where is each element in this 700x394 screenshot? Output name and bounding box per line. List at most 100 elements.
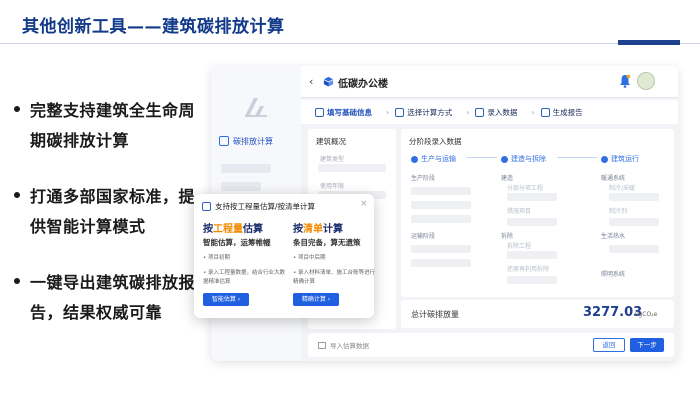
estimate-option[interactable]: 按工程量估算 智能估算，运筹帷幄 • 项目初期 • 录入工程量数据，结合行业大数… — [203, 220, 285, 306]
construction-label: 建造 — [501, 175, 514, 182]
sidebar-placeholder — [221, 182, 261, 191]
sub-item: 拆除工程 — [507, 243, 532, 250]
smart-estimate-button[interactable]: 智能估算 › — [203, 293, 249, 306]
title-highlight: 清单 — [303, 224, 323, 235]
edit-icon — [475, 107, 485, 117]
placeholder-bar — [411, 201, 471, 209]
bullet-item: 一键导出建筑碳排放报告，结果权威可靠 — [14, 268, 204, 328]
step-label: 生成报告 — [552, 107, 583, 117]
swap-icon — [202, 202, 211, 211]
user-avatar[interactable] — [637, 72, 655, 90]
placeholder-bar — [411, 215, 471, 223]
phase-connector — [557, 157, 597, 158]
placeholder-bar — [507, 276, 557, 284]
sidebar-item-carbon-calc[interactable]: 碳排放计算 — [219, 132, 297, 150]
chevron-right-icon: › — [386, 107, 390, 117]
overview-title: 建筑概况 — [316, 137, 346, 146]
phase-production[interactable]: 生产与运输 — [411, 154, 456, 164]
title-divider — [0, 43, 700, 44]
import-label: 导入估算数据 — [330, 342, 369, 350]
bullet-text: 打通多部国家标准，提供智能计算模式 — [30, 187, 196, 236]
total-emission-bar: 总计碳排放量 3277.03 kgCO₂e — [401, 300, 674, 328]
close-icon[interactable]: × — [360, 199, 368, 209]
phases-title: 分阶段录入数据 — [409, 137, 462, 146]
placeholder-bar — [411, 245, 471, 253]
folder-icon — [318, 341, 326, 349]
lighting-label: 照明系统 — [601, 271, 626, 278]
notification-bell-icon[interactable] — [619, 74, 631, 88]
phase-dot — [601, 155, 608, 163]
sub-item: 措施项目 — [507, 208, 532, 215]
phase-label: 建造与拆除 — [511, 155, 546, 163]
step-enter-data[interactable]: 录入数据 — [475, 107, 517, 118]
option-line: • 录入材料清单、施工台账等进行精确计算 — [293, 270, 375, 285]
slide-title: 其他创新工具——建筑碳排放计算 — [22, 17, 285, 37]
back-arrow-icon[interactable]: ‹ — [309, 75, 313, 88]
bullet-item: 完整支持建筑全生命周期碳排放计算 — [14, 96, 204, 156]
sub-item: 制冷剂 — [609, 208, 628, 215]
back-button[interactable]: 返回 — [593, 338, 625, 352]
placeholder-bar — [507, 218, 557, 226]
title-part: 按 — [293, 224, 303, 235]
bullet-list: 完整支持建筑全生命周期碳排放计算 打通多部国家标准，提供智能计算模式 一键导出建… — [14, 96, 204, 354]
placeholder-bar — [609, 193, 659, 201]
calculator-icon — [219, 136, 229, 146]
slide: 其他创新工具——建筑碳排放计算 完整支持建筑全生命周期碳排放计算 打通多部国家标… — [0, 0, 700, 394]
phase-connector — [467, 157, 497, 158]
step-label: 选择计算方式 — [407, 107, 453, 117]
step-calc-method[interactable]: 选择计算方式 — [395, 107, 452, 118]
project-name: 低碳办公楼 — [338, 79, 388, 90]
option-line: • 录入工程量数据，结合行业大数据精准估算 — [203, 270, 285, 285]
bullet-dot — [14, 278, 20, 284]
app-header: ‹ 低碳办公楼 — [301, 66, 678, 98]
bill-option[interactable]: 按清单计算 条目完备，算无遗策 • 项目中后期 • 录入材料清单、施工台账等进行… — [293, 220, 375, 306]
precise-calc-button[interactable]: 精确计算 › — [293, 293, 339, 306]
step-bar: 填写基础信息 › 选择计算方式 › 录入数据 › 生成报告 — [301, 100, 678, 124]
next-button[interactable]: 下一步 — [630, 338, 664, 352]
option-subtitle: 条目完备，算无遗策 — [293, 238, 361, 247]
total-unit: kgCO₂e — [635, 311, 658, 318]
field-label: 建筑类型 — [320, 156, 345, 163]
project-cube-icon — [323, 76, 334, 87]
popup-title: 支持按工程量估算/按清单计算 — [215, 202, 316, 211]
field-label: 使用年限 — [320, 183, 345, 190]
sub-item: 分部分项工程 — [507, 185, 544, 192]
building-type-field[interactable] — [318, 164, 386, 172]
sub-item: 还原再利用拆除 — [507, 266, 550, 273]
sidebar-item-label: 碳排放计算 — [233, 136, 273, 146]
step-label: 录入数据 — [487, 107, 518, 117]
form-icon — [315, 107, 324, 117]
placeholder-bar — [411, 259, 471, 267]
chevron-right-icon: › — [531, 107, 535, 117]
sub-item: 制冷/采暖 — [609, 185, 636, 192]
total-value: 3277.03 — [583, 305, 643, 320]
bullet-dot — [14, 106, 20, 112]
phase-construction[interactable]: 建造与拆除 — [501, 154, 546, 164]
hot-water-label: 生活热水 — [601, 233, 626, 240]
option-title: 按清单计算 — [293, 220, 375, 235]
popup-header: 支持按工程量估算/按清单计算 — [202, 201, 315, 212]
title-accent-bar — [618, 40, 680, 45]
title-part: 计算 — [323, 224, 343, 235]
app-logo-icon — [245, 98, 267, 117]
step-basic-info[interactable]: 填写基础信息 — [315, 107, 372, 118]
phase-dot — [501, 155, 508, 163]
phase-dot — [411, 155, 418, 163]
footer-bar: 导入估算数据 返回 下一步 — [308, 333, 674, 357]
phase-operation[interactable]: 建筑运行 — [601, 154, 639, 164]
import-estimate-link[interactable]: 导入估算数据 — [318, 340, 369, 350]
placeholder-bar — [609, 245, 659, 253]
step-report[interactable]: 生成报告 — [540, 107, 583, 118]
calc-method-popup: 支持按工程量估算/按清单计算 × 按工程量估算 智能估算，运筹帷幄 • 项目初期… — [194, 194, 375, 318]
phase-label: 建筑运行 — [611, 155, 639, 163]
sidebar-placeholder — [221, 164, 271, 173]
placeholder-bar — [507, 251, 557, 259]
option-line: • 项目中后期 — [293, 255, 326, 261]
production-stage-label: 生产阶段 — [411, 175, 436, 182]
option-subtitle: 智能估算，运筹帷幄 — [203, 238, 271, 247]
phases-panel: 分阶段录入数据 生产与运输 建造与拆除 建筑运行 生产阶段 运输阶段 建造 分部… — [401, 129, 674, 297]
phase-label: 生产与运输 — [421, 155, 456, 163]
placeholder-bar — [411, 187, 471, 195]
total-label: 总计碳排放量 — [411, 310, 459, 319]
report-icon — [540, 107, 550, 117]
